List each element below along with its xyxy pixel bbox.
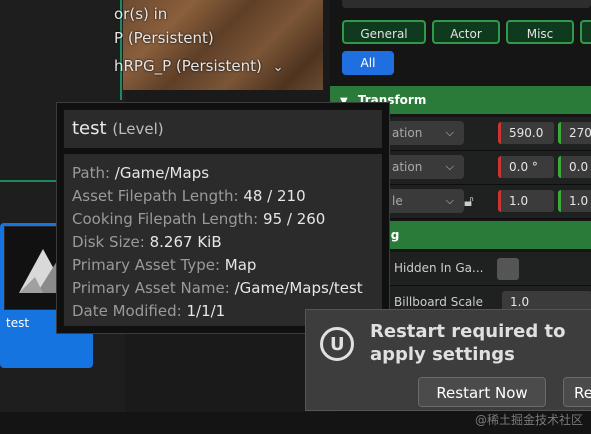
dropdown-label: le — [392, 194, 403, 208]
tooltip-title-wrap: test (Level) — [72, 118, 164, 139]
rotation-y-field[interactable]: 0.0 ° — [558, 156, 591, 178]
tooltip-value: Map — [224, 256, 257, 274]
chevron-down-icon: ⌄ — [272, 60, 284, 75]
chevron-down-icon: ⌵ — [445, 194, 454, 207]
scale-x-field[interactable]: 1.0 — [498, 190, 554, 212]
tooltip-value: 95 / 260 — [263, 210, 326, 228]
filter-general-button[interactable]: General — [342, 20, 426, 44]
chevron-down-icon: ⌵ — [445, 126, 454, 139]
tooltip-asset-kind: (Level) — [112, 120, 164, 138]
location-x-field[interactable]: 590.0 — [498, 122, 554, 144]
rotation-dropdown[interactable]: ation ⌵ — [380, 155, 464, 179]
outliner-line: or(s) in — [114, 5, 168, 23]
tooltip-row: Disk Size: 8.267 KiB — [72, 233, 222, 251]
tooltip-value: /Game/Maps — [114, 164, 210, 182]
panel-divider — [0, 180, 60, 182]
outliner-level-dropdown[interactable]: hRPG_P (Persistent) ⌄ — [114, 57, 284, 75]
outliner-level-label: hRPG_P (Persistent) — [114, 57, 262, 75]
tooltip-key: Primary Asset Name: — [72, 279, 230, 297]
restart-later-button[interactable]: Re — [563, 377, 591, 407]
tooltip-row: Primary Asset Type: Map — [72, 256, 256, 274]
chevron-down-icon: ⌵ — [445, 160, 454, 173]
notification-message: Restart required to apply settings — [370, 321, 566, 365]
world-outliner-summary: or(s) in P (Persistent) hRPG_P (Persiste… — [0, 0, 323, 90]
unreal-logo-icon: U — [320, 327, 354, 361]
hidden-in-game-checkbox[interactable] — [497, 258, 519, 280]
restart-notification: U Restart required to apply settings Res… — [305, 309, 591, 411]
property-label: Billboard Scale — [394, 295, 483, 309]
restart-now-button[interactable]: Restart Now — [418, 377, 546, 407]
filter-all-button[interactable]: All — [342, 51, 394, 75]
tooltip-key: Date Modified: — [72, 302, 182, 320]
tooltip-key: Asset Filepath Length: — [72, 187, 239, 205]
filter-more-button[interactable] — [580, 20, 591, 44]
tooltip-row: Asset Filepath Length: 48 / 210 — [72, 187, 306, 205]
dropdown-label: ation — [392, 126, 423, 140]
asset-name: test — [6, 316, 30, 330]
scale-dropdown[interactable]: le ⌵ — [380, 189, 464, 213]
tooltip-row: Cooking Filepath Length: 95 / 260 — [72, 210, 325, 228]
tooltip-value: 48 / 210 — [243, 187, 306, 205]
tooltip-row: Primary Asset Name: /Game/Maps/test — [72, 279, 363, 297]
location-dropdown[interactable]: ation ⌵ — [380, 121, 464, 145]
property-label: Hidden In Ga... — [394, 261, 484, 275]
tooltip-value: 1/1/1 — [186, 302, 226, 320]
tooltip-row: Date Modified: 1/1/1 — [72, 302, 225, 320]
tooltip-title: test — [72, 118, 107, 139]
asset-tooltip: test (Level) Path: /Game/Maps Asset File… — [56, 102, 390, 334]
location-y-field[interactable]: 270. — [558, 122, 591, 144]
search-input[interactable] — [342, 0, 591, 8]
outliner-line: P (Persistent) — [114, 29, 214, 47]
tooltip-key: Cooking Filepath Length: — [72, 210, 259, 228]
tooltip-body: Path: /Game/Maps Asset Filepath Length: … — [64, 154, 382, 326]
watermark: @稀土掘金技术社区 — [474, 413, 583, 427]
filter-actor-button[interactable]: Actor — [432, 20, 500, 44]
filter-misc-button[interactable]: Misc — [506, 20, 574, 44]
dropdown-label: ation — [392, 160, 423, 174]
scale-y-field[interactable]: 1.0 — [558, 190, 591, 212]
tooltip-header: test (Level) — [64, 110, 382, 148]
rotation-x-field[interactable]: 0.0 ° — [498, 156, 554, 178]
tooltip-row: Path: /Game/Maps — [72, 164, 209, 182]
tooltip-value: 8.267 KiB — [149, 233, 222, 251]
tooltip-key: Primary Asset Type: — [72, 256, 221, 274]
tooltip-key: Path: — [72, 164, 111, 182]
lock-icon[interactable]: 🔓︎ — [464, 192, 474, 210]
tooltip-value: /Game/Maps/test — [234, 279, 363, 297]
tooltip-key: Disk Size: — [72, 233, 145, 251]
